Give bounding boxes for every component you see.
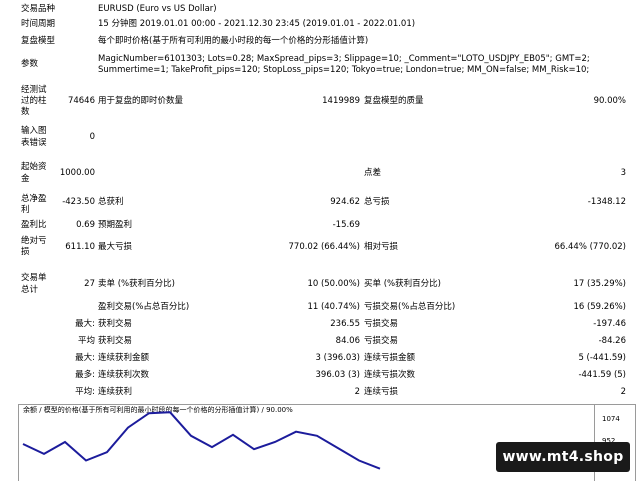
abs-dd-label-2: 损 [21, 247, 30, 257]
errors-value: 0 [89, 132, 95, 142]
symbol-label: 交易品种 [21, 4, 56, 14]
gross-loss-value: -1348.12 [587, 197, 626, 207]
avg-cons-win-value: 2 [354, 387, 360, 397]
bars-value: 74646 [67, 96, 95, 106]
most-label: 最多: [75, 370, 95, 380]
trades-label-2: 总计 [21, 285, 39, 295]
cons-loss-cnt-label: 连续亏损次数 [364, 370, 416, 380]
avg-win-label: 获利交易 [98, 336, 133, 346]
rel-dd-value: 66.44% (770.02) [554, 242, 627, 252]
avg-cons-loss-value: 2 [620, 387, 626, 397]
gross-profit-label: 总获利 [98, 197, 124, 207]
payoff-label: 预期盈利 [98, 220, 133, 230]
spread-value: 3 [620, 168, 626, 178]
deposit-label-2: 金 [21, 174, 30, 184]
period-value: 15 分钟图 2019.01.01 00:00 - 2021.12.30 23:… [98, 19, 416, 29]
quality-value: 90.00% [593, 96, 626, 106]
trades-label-1: 交易单 [21, 273, 47, 283]
params-label: 参数 [21, 59, 39, 69]
balance-line [22, 411, 381, 470]
bars-label-1: 经测试 [21, 85, 47, 95]
abs-dd-value: 611.10 [65, 242, 95, 252]
rel-dd-label: 相对亏损 [364, 242, 399, 252]
payoff-value: -15.69 [332, 220, 360, 230]
net-label-1: 总净盈 [21, 194, 47, 204]
pf-label: 盈利比 [21, 220, 47, 230]
errors-label-1: 输入图 [21, 126, 47, 136]
short-label: 卖单 (%获利百分比) [98, 279, 175, 289]
avg-label: 平均 [77, 336, 95, 346]
lose-label: 亏损交易(%占总百分比) [364, 302, 456, 312]
params-line-1: MagicNumber=6101303; Lots=0.28; MaxSprea… [98, 54, 590, 64]
avg-loss-value: -84.26 [598, 336, 626, 346]
watermark: www.mt4.shop [496, 442, 630, 472]
deposit-label-1: 起始资 [21, 162, 47, 172]
symbol-value: EURUSD (Euro vs US Dollar) [98, 4, 217, 14]
deposit-value: 1000.00 [59, 168, 95, 178]
long-label: 买单 (%获利百分比) [364, 279, 441, 289]
cons-win-cnt-label: 连续获利次数 [98, 370, 150, 380]
net-value: -423.50 [62, 197, 95, 207]
bars-label-3: 数 [21, 107, 30, 117]
win-label: 盈利交易(%占总百分比) [98, 302, 190, 312]
pf-value: 0.69 [76, 220, 95, 230]
net-label-2: 利 [21, 205, 30, 215]
max-label: 最大: [75, 319, 95, 329]
trades-value: 27 [84, 279, 95, 289]
cons-win-cnt-value: 396.03 (3) [315, 370, 360, 380]
spread-label: 点差 [364, 168, 382, 178]
cons-loss-amt-value: 5 (-441.59) [578, 353, 626, 363]
largest-loss-label: 亏损交易 [364, 319, 399, 329]
ticks-label: 用于复盘的即时价数量 [98, 96, 184, 106]
gross-profit-value: 924.62 [330, 197, 360, 207]
avg-cons-loss-label: 连续亏损 [364, 387, 399, 397]
max-dd-label: 最大亏损 [98, 242, 133, 252]
win-value: 11 (40.74%) [307, 302, 360, 312]
quality-label: 复盘模型的质量 [364, 96, 424, 106]
model-label: 复盘模型 [21, 36, 56, 46]
long-value: 17 (35.29%) [573, 279, 626, 289]
largest-loss-value: -197.46 [593, 319, 626, 329]
avg2-label: 平均: [75, 387, 95, 397]
short-value: 10 (50.00%) [307, 279, 360, 289]
errors-label-2: 表错误 [21, 138, 47, 148]
lose-value: 16 (59.26%) [573, 302, 626, 312]
gross-loss-label: 总亏损 [364, 197, 390, 207]
abs-dd-label-1: 绝对亏 [21, 236, 47, 246]
cons-loss-amt-label: 连续亏损金额 [364, 353, 416, 363]
avg-win-value: 84.06 [335, 336, 360, 346]
largest-win-value: 236.55 [330, 319, 360, 329]
max-dd-value: 770.02 (66.44%) [288, 242, 361, 252]
cons-loss-cnt-value: -441.59 (5) [578, 370, 626, 380]
params-line-2: Summertime=1; TakeProfit_pips=120; StopL… [98, 65, 590, 75]
bars-label-2: 过的柱 [21, 96, 47, 106]
period-label: 时间周期 [21, 19, 56, 29]
cons-win-amt-value: 3 (396.03) [315, 353, 360, 363]
max2-label: 最大: [75, 353, 95, 363]
cons-win-amt-label: 连续获利金额 [98, 353, 150, 363]
largest-win-label: 获利交易 [98, 319, 133, 329]
y-tick-label: 1074 [602, 415, 620, 423]
avg-loss-label: 亏损交易 [364, 336, 399, 346]
avg-cons-win-label: 连续获利 [98, 387, 133, 397]
ticks-value: 1419989 [322, 96, 360, 106]
model-value: 每个即时价格(基于所有可利用的最小时段的每一个价格的分形插值计算) [98, 36, 369, 46]
